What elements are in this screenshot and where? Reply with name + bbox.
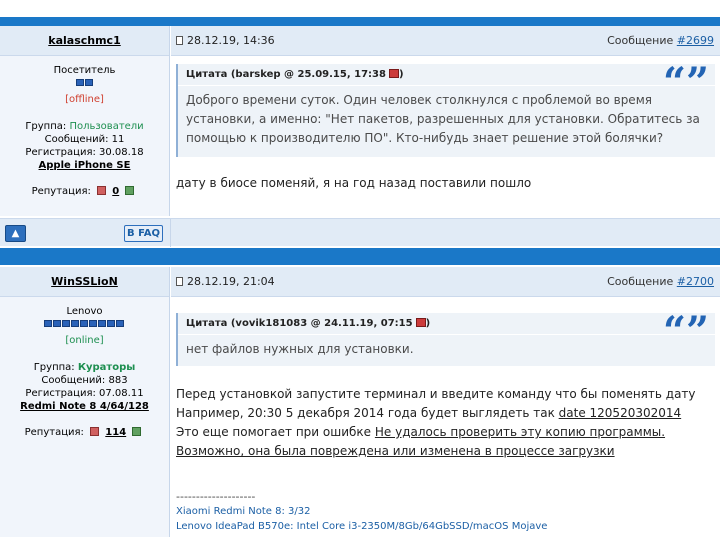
author-registered: Регистрация: 07.08.11 [25, 388, 144, 399]
quote-back-icon[interactable] [415, 318, 426, 327]
author-group: Группа: Кураторы [0, 361, 169, 374]
author-messages: Сообщений: 883 [41, 375, 128, 386]
post-content: 28.12.19, 14:36 Сообщение #2699 Цитата (… [171, 26, 720, 216]
reputation-label: Репутация: [24, 427, 84, 438]
post-header: 28.12.19, 21:04 Сообщение #2700 [171, 267, 720, 297]
rank-pip-icon [89, 320, 97, 327]
rank-pip-icon [107, 320, 115, 327]
author-group: Группа: Пользователи [0, 120, 169, 133]
author-name[interactable]: kalaschmc1 [48, 34, 120, 47]
faq-button[interactable]: B FAQ [124, 225, 163, 242]
rank-pip-icon [71, 320, 79, 327]
document-icon [176, 36, 183, 45]
post-body-line: Возможно, она была повреждена или измене… [176, 442, 696, 461]
reputation: Репутация: 0 [0, 185, 169, 198]
reputation: Репутация: 114 [0, 426, 169, 439]
post-body-line: Например, 20:30 5 декабря 2014 года буде… [176, 406, 682, 420]
post-header: 28.12.19, 14:36 Сообщение #2699 [171, 26, 720, 56]
rank-pip-icon [98, 320, 106, 327]
post-toolbar: ▲ B FAQ [0, 218, 720, 247]
post-number: Сообщение #2700 [607, 275, 714, 288]
online-status: [offline] [65, 94, 104, 105]
author-info: Посетитель [offline] Группа: Пользовател… [0, 56, 169, 198]
author-messages: Сообщений: 11 [44, 134, 125, 145]
post-body-line: Перед установкой запустите терминал и вв… [176, 387, 696, 401]
author-panel: kalaschmc1 Посетитель [offline] Группа: … [0, 26, 170, 216]
rank-pip-icon [53, 320, 61, 327]
quote-header: Цитата (barskep @ 25.09.15, 17:38) [178, 64, 715, 86]
signature-line: Lenovo IdeaPad B570e: Intel Core i3-2350… [176, 521, 548, 532]
post: WinSSLioN Lenovo [online] Группа: Курато… [0, 267, 720, 537]
signature-line: Xiaomi Redmi Note 8: 3/32 [176, 506, 311, 517]
scroll-up-button[interactable]: ▲ [5, 225, 26, 242]
up-arrow-icon: ▲ [11, 228, 20, 239]
document-icon [176, 277, 183, 286]
post-body: Перед установкой запустите терминал и вв… [176, 385, 696, 461]
post-separator [0, 248, 720, 265]
group-label: Группа: [33, 362, 75, 373]
post-body-line: Это еще помогает при ошибке Не удалось п… [176, 425, 666, 439]
quote-block: Цитата (vovik181083 @ 24.11.19, 07:15) н… [176, 308, 715, 366]
author-info: Lenovo [online] Группа: Кураторы Сообщен… [0, 297, 169, 439]
author-device[interactable]: Redmi Note 8 4/64/128 [0, 400, 169, 413]
quote-back-icon[interactable] [388, 69, 399, 78]
quote-header: Цитата (vovik181083 @ 24.11.19, 07:15) [178, 313, 715, 335]
quote-mark-icon: “” [662, 308, 709, 355]
quote-block: Цитата (barskep @ 25.09.15, 17:38) Добро… [176, 59, 715, 157]
author-name[interactable]: WinSSLioN [51, 275, 118, 288]
reputation-minus-icon[interactable] [90, 427, 100, 436]
rank-pip-icon [62, 320, 70, 327]
author-panel: WinSSLioN Lenovo [online] Группа: Курато… [0, 267, 170, 537]
rank-pip-icon [80, 320, 88, 327]
post-body: дату в биосе поменяй, я на год назад пос… [176, 176, 532, 190]
rank-pip-icon [75, 79, 84, 86]
post-date: 28.12.19, 21:04 [176, 267, 275, 297]
quote-mark-icon: “” [662, 59, 709, 106]
author-rank: Lenovo [66, 306, 103, 317]
author-registered: Регистрация: 30.08.18 [25, 147, 144, 158]
top-gap [0, 0, 720, 17]
author-device[interactable]: Apple iPhone SE [0, 159, 169, 172]
reputation-plus-icon[interactable] [132, 427, 142, 436]
post-number-link[interactable]: #2699 [677, 34, 714, 47]
post-content: 28.12.19, 21:04 Сообщение #2700 Цитата (… [171, 267, 720, 537]
post-date: 28.12.19, 14:36 [176, 26, 275, 56]
rank-pip-icon [84, 79, 93, 86]
signature-rule: -------------------- [176, 490, 256, 503]
reputation-value[interactable]: 114 [105, 427, 126, 438]
author-header: WinSSLioN [0, 267, 169, 297]
error-text-link[interactable]: Не удалось проверить эту копию программы… [375, 425, 665, 439]
quote-text: Доброго времени суток. Один человек стол… [186, 93, 700, 145]
author-rank: Посетитель [53, 65, 116, 76]
group-label: Группа: [25, 121, 67, 132]
post-number: Сообщение #2699 [607, 34, 714, 47]
author-header: kalaschmc1 [0, 26, 169, 56]
reputation-label: Репутация: [31, 186, 91, 197]
rank-pip-icon [44, 320, 52, 327]
post-number-link[interactable]: #2700 [677, 275, 714, 288]
date-command-link[interactable]: date 120520302014 [559, 406, 682, 420]
online-status: [online] [65, 335, 104, 346]
post: kalaschmc1 Посетитель [offline] Группа: … [0, 26, 720, 216]
rank-pips [44, 320, 125, 328]
error-text-link[interactable]: Возможно, она была повреждена или измене… [176, 444, 615, 458]
post-separator [0, 17, 720, 26]
group-value: Кураторы [77, 362, 136, 373]
reputation-plus-icon[interactable] [125, 186, 135, 195]
rank-pip-icon [116, 320, 124, 327]
signature: -------------------- Xiaomi Redmi Note 8… [176, 489, 547, 534]
reputation-minus-icon[interactable] [97, 186, 107, 195]
rank-pips [75, 79, 94, 87]
quote-text: нет файлов нужных для установки. [186, 342, 414, 356]
group-value: Пользователи [69, 121, 144, 132]
reputation-value[interactable]: 0 [112, 186, 119, 197]
